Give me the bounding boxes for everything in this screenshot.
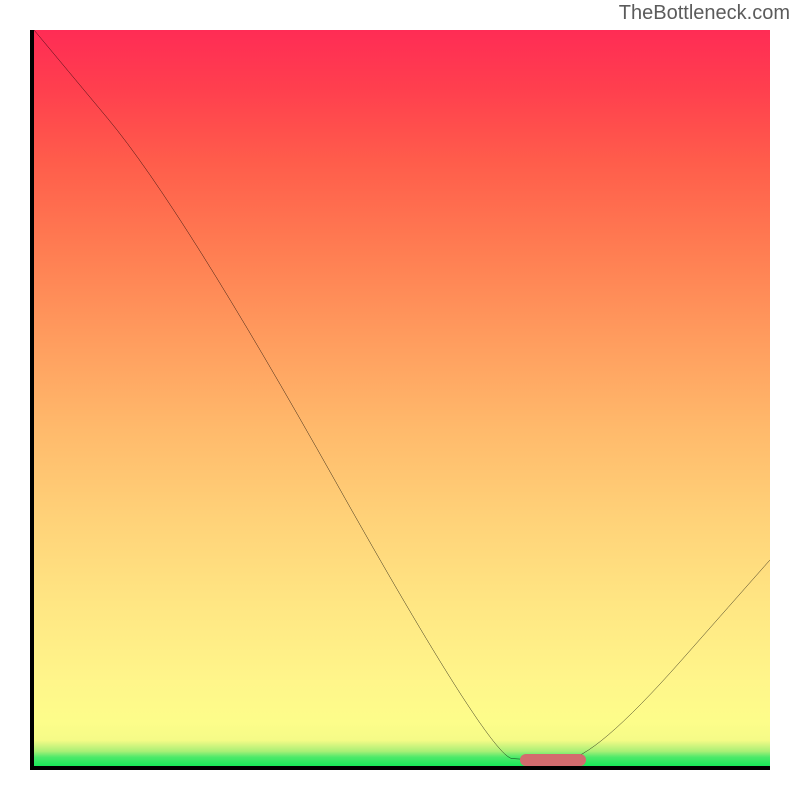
optimal-range-marker	[520, 754, 586, 766]
watermark-text: TheBottleneck.com	[619, 2, 790, 25]
chart-background-gradient	[34, 30, 770, 766]
chart-plot-area	[30, 30, 770, 770]
